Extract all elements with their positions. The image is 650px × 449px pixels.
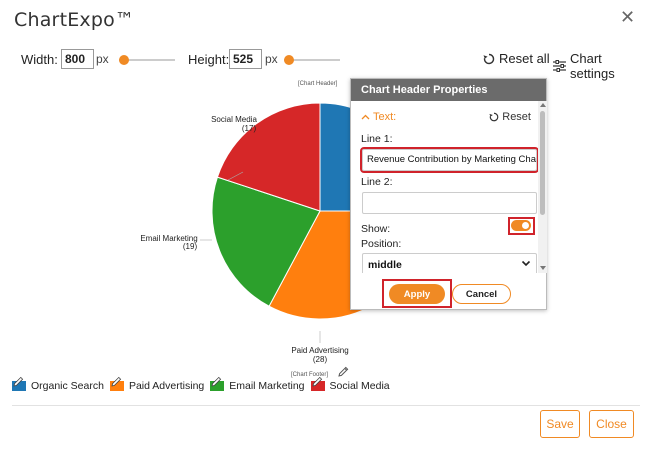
position-select[interactable]: middle <box>362 253 537 273</box>
reset-icon <box>489 112 499 122</box>
chart-settings-button[interactable]: Chart settings <box>553 51 650 81</box>
cancel-button[interactable]: Cancel <box>452 284 511 304</box>
legend-item-organic-search[interactable]: Organic Search <box>12 376 104 392</box>
footer-divider <box>12 405 640 406</box>
reset-all-button[interactable]: Reset all <box>483 51 550 66</box>
pencil-icon <box>13 376 24 387</box>
slice-label-value: (19) <box>183 242 198 251</box>
chart-settings-dialog: ChartExpo™ ✕ Width: px Height: px Reset … <box>0 0 650 449</box>
show-label: Show: <box>361 223 391 235</box>
sliders-icon <box>553 60 566 72</box>
chart-settings-label: Chart settings <box>569 51 615 81</box>
legend-label: Paid Advertising <box>128 380 205 392</box>
legend-item-social-media[interactable]: Social Media <box>310 376 390 392</box>
chart-legend: Organic Search Paid Advertising Email Ma… <box>12 376 396 394</box>
height-slider[interactable] <box>284 55 340 65</box>
height-label: Height: <box>188 52 230 67</box>
width-input[interactable] <box>61 49 94 69</box>
save-button[interactable]: Save <box>540 410 580 438</box>
width-unit: px <box>96 52 109 66</box>
legend-label: Organic Search <box>31 380 104 392</box>
legend-label: Email Marketing <box>229 380 305 392</box>
legend-swatch <box>12 376 26 391</box>
panel-scrollbar[interactable] <box>538 101 547 273</box>
line2-input[interactable] <box>362 192 537 214</box>
legend-label: Social Media <box>329 380 390 392</box>
legend-item-email-marketing[interactable]: Email Marketing <box>210 376 305 392</box>
chart-canvas: [Chart Header] Social Media (17) Email M… <box>0 78 650 398</box>
width-slider-knob[interactable] <box>119 55 129 65</box>
scroll-up-icon[interactable] <box>540 103 546 107</box>
close-icon[interactable]: ✕ <box>620 8 635 26</box>
chart-header-properties-panel: Chart Header Properties Text: Reset Line… <box>350 78 547 310</box>
legend-swatch <box>109 376 124 391</box>
pencil-icon[interactable] <box>338 366 349 377</box>
legend-swatch <box>210 376 225 391</box>
pencil-icon <box>111 376 122 387</box>
slice-label-value: (17) <box>242 124 257 133</box>
height-unit: px <box>265 52 278 66</box>
height-slider-knob[interactable] <box>284 55 294 65</box>
text-section-header: Text: Reset <box>361 111 531 125</box>
text-reset-button[interactable]: Reset <box>489 111 531 123</box>
show-toggle[interactable] <box>511 220 531 231</box>
panel-title: Chart Header Properties <box>351 79 546 101</box>
line1-input[interactable]: Revenue Contribution by Marketing Char <box>360 147 538 173</box>
legend-swatch <box>310 376 325 391</box>
apply-button[interactable]: Apply <box>389 284 445 304</box>
reset-all-label: Reset all <box>499 51 550 66</box>
scroll-down-icon[interactable] <box>540 266 546 270</box>
height-input[interactable] <box>229 49 262 69</box>
close-button[interactable]: Close <box>589 410 634 438</box>
reset-icon <box>483 53 495 64</box>
position-selected-value: middle <box>368 259 402 271</box>
slice-label-value: (28) <box>313 355 328 364</box>
pencil-icon <box>211 376 222 387</box>
text-reset-label: Reset <box>502 111 531 123</box>
line2-label: Line 2: <box>361 176 393 188</box>
text-section-title: Text: <box>373 111 397 123</box>
chevron-down-icon <box>521 260 531 267</box>
dialog-title: ChartExpo™ <box>14 9 135 31</box>
pie-chart: Social Media (17) Email Marketing (19) P… <box>140 102 429 364</box>
width-label: Width: <box>21 52 58 67</box>
text-section-toggle[interactable]: Text: <box>361 111 396 123</box>
line1-label: Line 1: <box>361 133 393 145</box>
slice-label-name: Social Media <box>211 115 257 124</box>
legend-item-paid-advertising[interactable]: Paid Advertising <box>109 376 205 392</box>
slice-label-name: Paid Advertising <box>291 346 348 355</box>
scroll-thumb[interactable] <box>540 111 545 215</box>
position-label: Position: <box>361 238 402 250</box>
show-toggle-knob <box>522 222 529 229</box>
size-toolbar: Width: px Height: px Reset all Chart set… <box>0 46 650 81</box>
panel-body: Text: Reset Line 1: Revenue Contribution… <box>351 101 538 273</box>
pencil-icon <box>311 376 322 387</box>
chevron-up-icon <box>361 114 370 120</box>
width-slider[interactable] <box>119 55 175 65</box>
